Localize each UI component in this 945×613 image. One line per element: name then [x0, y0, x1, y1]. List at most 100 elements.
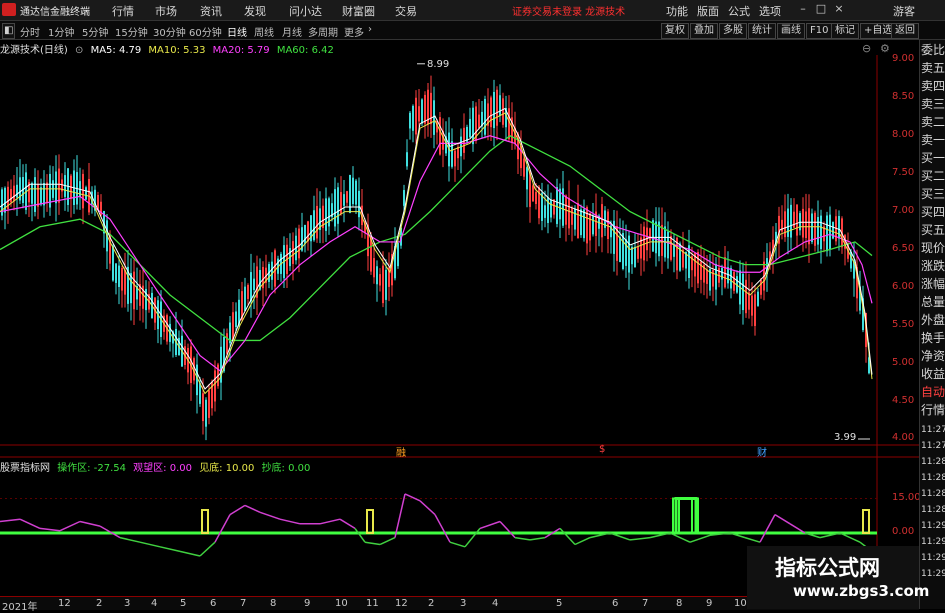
candle-body [580, 209, 582, 236]
side-tab[interactable]: 买五 [921, 222, 945, 238]
candle-body [697, 252, 699, 284]
menu-item-discover[interactable]: 发现 [244, 3, 266, 19]
x-tick: 10 [335, 598, 348, 609]
side-tab[interactable]: 自动 [921, 384, 945, 400]
menu-item-options[interactable]: 选项 [759, 3, 781, 19]
candle-body [340, 192, 342, 214]
candle-body [619, 237, 621, 262]
period-1min[interactable]: 1分钟 [48, 24, 74, 39]
period-weekly[interactable]: 周线 [254, 24, 274, 39]
period-15min[interactable]: 15分钟 [115, 24, 148, 39]
price-tick: 8.00 [892, 129, 915, 140]
menu-item-trade[interactable]: 交易 [395, 3, 417, 19]
period-5min[interactable]: 5分钟 [82, 24, 108, 39]
side-tab[interactable]: 行情 [921, 402, 945, 418]
period-30min[interactable]: 30分钟 [153, 24, 186, 39]
side-tab[interactable]: 买四 [921, 204, 945, 220]
price-chart[interactable] [0, 55, 919, 596]
f10-button[interactable]: F10 [806, 23, 833, 39]
menu-item-ask[interactable]: 问小达 [289, 3, 322, 19]
period-more[interactable]: 更多 [344, 24, 364, 39]
side-tab[interactable]: 买三 [921, 186, 945, 202]
candle-body [649, 228, 651, 241]
candle-body [808, 208, 810, 245]
side-tab[interactable]: 买一 [921, 150, 945, 166]
mark-button[interactable]: 标记 [831, 23, 859, 39]
side-tab[interactable]: 涨幅 [921, 276, 945, 292]
buy-value: 抄底: 0.00 [261, 463, 311, 474]
side-tab[interactable]: 换手 [921, 330, 945, 346]
return-button[interactable]: 返回 [891, 23, 919, 39]
indicator-segment [139, 541, 161, 548]
login-notice[interactable]: 证券交易未登录 龙源技术 [512, 3, 625, 18]
candle-body [454, 150, 456, 167]
candle-body [379, 274, 381, 286]
period-tick[interactable]: 分时 [20, 24, 40, 39]
menu-item-wealth[interactable]: 财富圈 [342, 3, 375, 19]
maximize-icon[interactable]: □ [814, 2, 828, 16]
gear-icon[interactable]: ⚙ [880, 42, 890, 55]
side-tab[interactable]: 涨跌 [921, 258, 945, 274]
side-tab[interactable]: 净资 [921, 348, 945, 364]
event-marker[interactable]: 融 [396, 444, 406, 459]
period-multi[interactable]: 多周期 [308, 24, 338, 39]
side-time: 11:27 [921, 441, 945, 451]
side-tab[interactable]: 委比 [921, 42, 945, 58]
side-tab[interactable]: 总量 [921, 294, 945, 310]
side-time: 11:28 [921, 489, 945, 499]
menu-item-market[interactable]: 市场 [155, 3, 177, 19]
watermark-title: 指标公式网 [775, 556, 880, 580]
menu-item-quotes[interactable]: 行情 [112, 3, 134, 19]
menu-item-function[interactable]: 功能 [666, 3, 688, 19]
back-icon[interactable]: ◧ [2, 23, 16, 39]
chevron-right-icon[interactable]: › [368, 24, 372, 35]
candle-body [424, 94, 426, 124]
overlay-button[interactable]: 叠加 [690, 23, 718, 39]
candle-body [214, 370, 216, 402]
event-marker[interactable]: 财 [757, 444, 767, 459]
side-tab[interactable]: 卖三 [921, 96, 945, 112]
candle-body [550, 199, 552, 218]
indicator-segment [479, 520, 501, 530]
candle-body [421, 99, 423, 124]
candle-body [523, 158, 525, 177]
adjust-button[interactable]: 复权 [661, 23, 689, 39]
candle-body [667, 231, 669, 259]
side-tab[interactable]: 现价 [921, 240, 945, 256]
indicator-segment [319, 518, 341, 525]
candle-body [334, 189, 336, 227]
indicator-segment [159, 546, 181, 553]
minimize-icon[interactable]: – [796, 2, 810, 16]
candle-body [586, 207, 588, 244]
high-price-label: 8.99 [427, 59, 450, 70]
stats-button[interactable]: 统计 [748, 23, 776, 39]
indicator-name[interactable]: 股票指标网 [0, 463, 50, 474]
draw-line-button[interactable]: 画线 [777, 23, 805, 39]
price-tick: 8.50 [892, 91, 915, 102]
event-marker[interactable]: $ [599, 444, 605, 455]
indicator-segment [404, 493, 421, 502]
candle-body [433, 100, 435, 135]
menu-item-formula[interactable]: 公式 [728, 3, 750, 19]
menu-item-layout[interactable]: 版面 [697, 3, 719, 19]
candle-body [814, 212, 816, 246]
close-icon[interactable]: × [832, 2, 846, 16]
zoom-icon[interactable]: ⊖ [862, 42, 871, 55]
side-tab[interactable]: 卖二 [921, 114, 945, 130]
period-60min[interactable]: 60分钟 [189, 24, 222, 39]
candle-body [37, 184, 39, 207]
candle-body [415, 97, 417, 135]
menu-item-news[interactable]: 资讯 [200, 3, 222, 19]
side-tab[interactable]: 卖四 [921, 78, 945, 94]
side-tab[interactable]: 外盘 [921, 312, 945, 328]
period-monthly[interactable]: 月线 [282, 24, 302, 39]
guest-label[interactable]: 游客 [893, 3, 915, 19]
side-tab[interactable]: 卖五 [921, 60, 945, 76]
ma10-line [0, 112, 873, 395]
side-tab[interactable]: 买二 [921, 168, 945, 184]
multi-stock-button[interactable]: 多股 [719, 23, 747, 39]
side-tab[interactable]: 卖一 [921, 132, 945, 148]
candle-body [637, 246, 639, 259]
side-tab[interactable]: 收益 [921, 366, 945, 382]
period-daily[interactable]: 日线 [227, 24, 247, 39]
